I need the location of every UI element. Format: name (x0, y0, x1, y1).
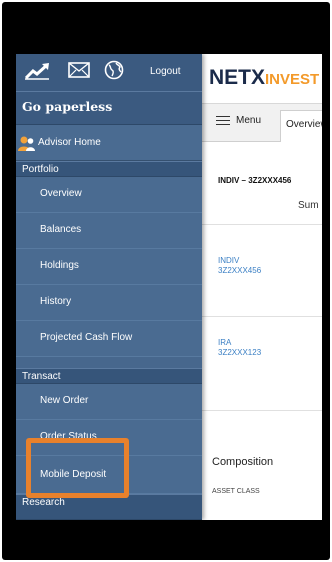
divider (202, 316, 322, 317)
sidebar-item-history[interactable]: History (16, 285, 202, 321)
brand-part2: INVEST (265, 71, 320, 88)
advisor-home-link[interactable]: Advisor Home (16, 125, 202, 161)
menu-button[interactable]: Menu (216, 115, 261, 126)
account-type: IRA (218, 338, 232, 347)
nav-toolbar: Logout (16, 54, 202, 91)
sidebar-item-new-order[interactable]: New Order (16, 384, 202, 420)
sidebar-item-projected-cash-flow[interactable]: Projected Cash Flow (16, 321, 202, 357)
mail-icon[interactable] (68, 61, 90, 79)
account-number: 3Z2XXX123 (218, 348, 262, 357)
main-content: NETXINVEST Menu Overview INDIV – 3Z2XXX4… (202, 54, 322, 520)
app-header: NETXINVEST (202, 54, 322, 104)
account-number: 3Z2XXX456 (218, 266, 262, 275)
brand-logo: NETXINVEST (209, 66, 319, 90)
person-icon (18, 136, 35, 151)
asset-class-header: ASSET CLASS (212, 488, 260, 495)
sidebar-item-overview[interactable]: Overview (16, 177, 202, 213)
hamburger-icon (216, 116, 230, 125)
phone-frame: NETXINVEST Menu Overview INDIV – 3Z2XXX4… (2, 2, 330, 560)
section-transact: Transact (16, 368, 202, 384)
sidebar-item-holdings[interactable]: Holdings (16, 249, 202, 285)
toolbar: Menu Overview (202, 104, 322, 142)
section-portfolio: Portfolio (16, 161, 202, 177)
advisor-home-label: Advisor Home (38, 137, 101, 148)
account-link-ira[interactable]: IRA 3Z2XXX123 (218, 338, 261, 358)
composition-heading: Composition (212, 456, 274, 468)
account-link-indiv[interactable]: INDIV 3Z2XXX456 (218, 256, 261, 276)
sidebar-item-balances[interactable]: Balances (16, 213, 202, 249)
account-title: INDIV – 3Z2XXX456 (218, 176, 292, 185)
tab-overview[interactable]: Overview (280, 110, 322, 142)
globe-icon[interactable] (104, 60, 124, 80)
logout-link[interactable]: Logout (150, 66, 181, 77)
divider (202, 224, 322, 225)
brand-part1: NETX (209, 66, 266, 89)
chart-icon[interactable] (24, 62, 50, 80)
menu-label: Menu (236, 115, 262, 126)
mobile-deposit-highlight (26, 438, 129, 498)
account-type: INDIV (218, 256, 240, 265)
summary-label: Sum (298, 200, 319, 211)
divider (202, 410, 322, 411)
go-paperless-banner[interactable]: Go paperless (16, 91, 202, 125)
screen: NETXINVEST Menu Overview INDIV – 3Z2XXX4… (16, 54, 322, 520)
